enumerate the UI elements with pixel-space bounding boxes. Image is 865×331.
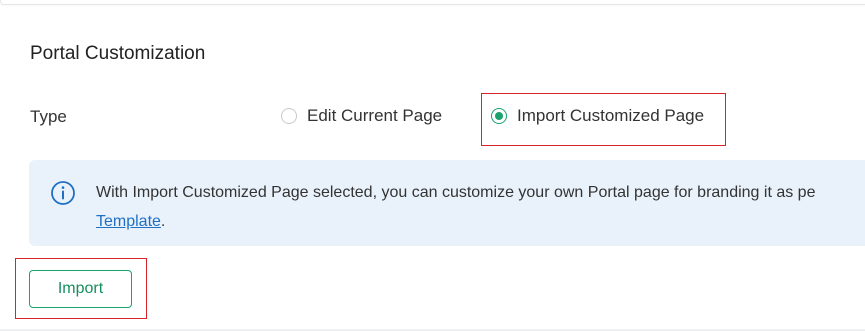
info-link-suffix: . (160, 213, 166, 230)
portal-customization-page: Portal Customization Type Edit Current P… (0, 0, 865, 331)
type-label: Type (30, 107, 67, 126)
radio-checked-icon[interactable] (491, 108, 507, 124)
radio-import-customized-page-label[interactable]: Import Customized Page (517, 104, 704, 128)
info-banner: With Import Customized Page selected, yo… (29, 160, 865, 246)
info-text: With Import Customized Page selected, yo… (96, 178, 815, 236)
template-link[interactable]: Template (96, 213, 161, 230)
radio-dot (495, 112, 503, 120)
radio-edit-current-page[interactable]: Edit Current Page (281, 104, 442, 128)
previous-card-edge (0, 0, 865, 5)
info-icon (51, 181, 75, 205)
radio-edit-current-page-label[interactable]: Edit Current Page (307, 104, 442, 128)
import-button[interactable]: Import (29, 270, 132, 308)
radio-unchecked-icon[interactable] (281, 108, 297, 124)
section-title: Portal Customization (30, 43, 206, 64)
radio-import-customized-page[interactable]: Import Customized Page (491, 104, 704, 128)
info-message: With Import Customized Page selected, yo… (96, 184, 816, 201)
